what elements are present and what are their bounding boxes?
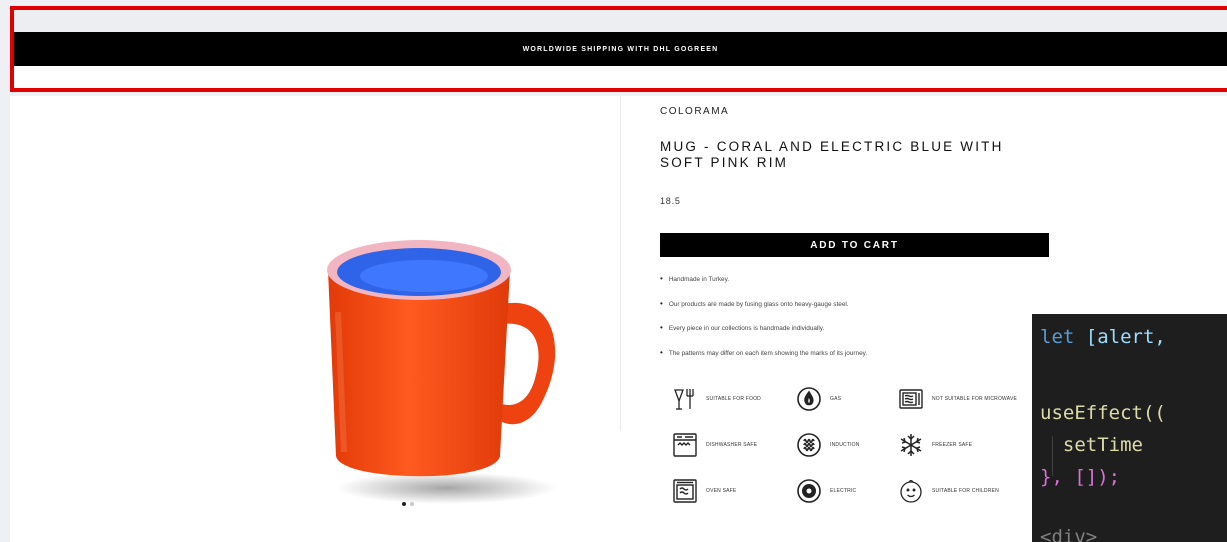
snowflake-icon [898, 432, 924, 458]
electric-hob-icon [796, 478, 822, 504]
care-item-gas: GAS [796, 386, 841, 412]
announcement-bar: WORLDWIDE SHIPPING WITH DHL GOGREEN [14, 32, 1227, 66]
care-item-children: SUITABLE FOR CHILDREN [898, 478, 999, 504]
child-face-icon [898, 478, 924, 504]
care-label: INDUCTION [830, 442, 860, 448]
dishwasher-icon [672, 432, 698, 458]
gallery-dot[interactable] [410, 502, 414, 506]
code-line: setTime [1040, 434, 1143, 456]
fork-glass-icon [672, 386, 698, 412]
code-line: <div> [1040, 526, 1098, 542]
care-label: FREEZER SAFE [932, 442, 973, 448]
care-label: NOT SUITABLE FOR MICROWAVE [932, 396, 1018, 402]
gallery-pagination [402, 502, 414, 506]
code-editor-overlay: let [alert, useEffect(( setTime }, []); … [1032, 314, 1227, 542]
product-price: 18.5 [660, 196, 681, 206]
care-label: OVEN SAFE [706, 488, 737, 494]
care-item-induction: INDUCTION [796, 432, 860, 458]
care-label: GAS [830, 396, 842, 402]
column-divider [620, 96, 621, 431]
care-item-microwave: NOT SUITABLE FOR MICROWAVE [898, 386, 1017, 412]
care-label: SUITABLE FOR FOOD [706, 396, 761, 402]
product-info: COLORAMA MUG - CORAL AND ELECTRIC BLUE W… [660, 96, 1050, 542]
announcement-text: WORLDWIDE SHIPPING WITH DHL GOGREEN [522, 45, 719, 53]
product-gallery [10, 96, 620, 542]
gallery-dot-active[interactable] [402, 502, 406, 506]
add-to-cart-button[interactable]: ADD TO CART [660, 233, 1049, 257]
care-label: ELECTRIC [830, 488, 857, 494]
feature-item: Handmade in Turkey. [660, 276, 867, 301]
feature-item: Our products are made by fusing glass on… [660, 301, 867, 326]
care-label: DISHWASHER SAFE [706, 442, 758, 448]
product-brand[interactable]: COLORAMA [660, 106, 729, 117]
care-item-oven: OVEN SAFE [672, 478, 736, 504]
care-label: SUITABLE FOR CHILDREN [932, 488, 999, 494]
induction-coil-icon [796, 432, 822, 458]
care-item-freezer: FREEZER SAFE [898, 432, 972, 458]
feature-list: Handmade in Turkey. Our products are mad… [660, 276, 867, 374]
indent-guide [1052, 436, 1053, 476]
product-image-mug[interactable] [306, 232, 576, 514]
oven-icon [672, 478, 698, 504]
feature-item: Every piece in our collections is handma… [660, 325, 867, 350]
top-spacer [14, 10, 1227, 32]
code-line: useEffect(( [1040, 402, 1166, 424]
care-item-food: SUITABLE FOR FOOD [672, 386, 761, 412]
feature-item: The patterns may differ on each item sho… [660, 350, 867, 375]
care-item-electric: ELECTRIC [796, 478, 856, 504]
product-title: MUG - CORAL AND ELECTRIC BLUE WITH SOFT … [660, 139, 1004, 170]
code-line: let [alert, [1040, 326, 1166, 348]
gas-flame-icon [796, 386, 822, 412]
announcement-highlight-frame: WORLDWIDE SHIPPING WITH DHL GOGREEN [10, 6, 1227, 92]
care-item-dishwasher: DISHWASHER SAFE [672, 432, 757, 458]
microwave-icon [898, 386, 924, 412]
